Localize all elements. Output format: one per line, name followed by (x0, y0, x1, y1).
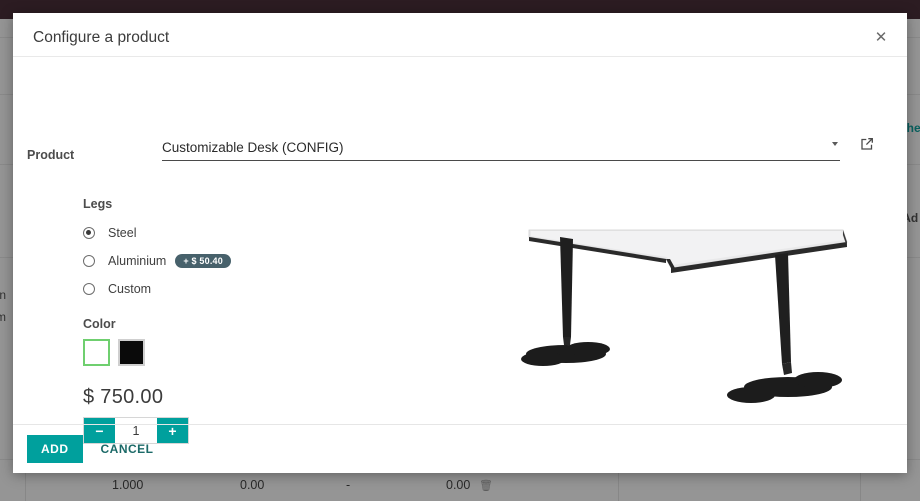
attribute-title-color: Color (83, 317, 116, 331)
product-price: $ 750.00 (83, 386, 164, 408)
customizable-desk-image (503, 197, 863, 447)
dialog-header: Configure a product ✕ (13, 13, 907, 57)
radio-option-label: Custom (108, 282, 152, 296)
radio-option-label: Aluminium (108, 254, 167, 268)
product-field-label: Product (27, 148, 75, 162)
dialog-footer: ADD CANCEL (13, 424, 907, 473)
radio-option-steel[interactable]: Steel (83, 219, 413, 247)
color-swatch-black[interactable] (118, 339, 145, 366)
close-icon[interactable]: ✕ (869, 25, 893, 49)
color-swatch-group (83, 339, 413, 366)
configure-product-dialog: Configure a product ✕ Product Legs Steel (13, 13, 907, 473)
attribute-title-legs: Legs (83, 197, 113, 211)
radio-icon (83, 283, 95, 295)
cancel-button[interactable]: CANCEL (97, 435, 158, 463)
radio-option-custom[interactable]: Custom (83, 275, 413, 303)
radio-icon (83, 227, 95, 239)
radio-option-aluminium[interactable]: Aluminium + $ 50.40 (83, 247, 413, 275)
extra-price-badge: + $ 50.40 (175, 254, 231, 268)
product-field-group (162, 137, 873, 163)
color-swatch-white[interactable] (83, 339, 110, 366)
radio-icon (83, 255, 95, 267)
external-link-icon[interactable] (859, 136, 875, 152)
add-button[interactable]: ADD (27, 435, 83, 463)
product-attributes: Legs Steel Aluminium + $ 50.40 Custom Co… (83, 197, 413, 444)
dialog-title: Configure a product (33, 29, 170, 46)
radio-option-label: Steel (108, 226, 137, 240)
dialog-body: Product Legs Steel Aluminium (13, 57, 907, 444)
chevron-down-icon[interactable] (832, 142, 838, 146)
product-input[interactable] (162, 137, 840, 161)
